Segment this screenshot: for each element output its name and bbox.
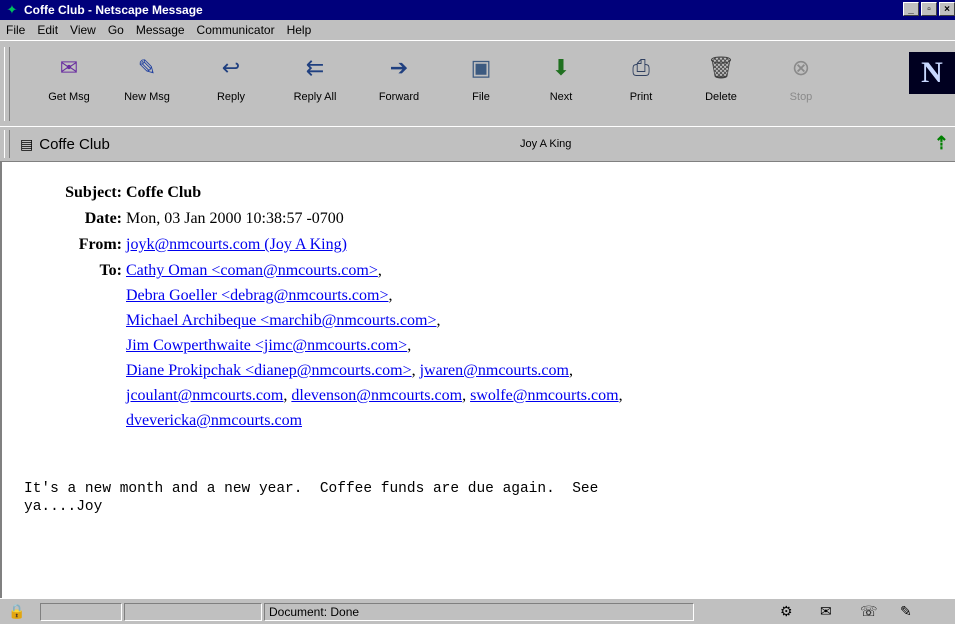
recipient-separator: , bbox=[411, 362, 420, 379]
recipient-row: jcoulant@nmcourts.com, dlevenson@nmcourt… bbox=[126, 387, 623, 405]
message-body: It's a new month and a new year. Coffee … bbox=[24, 481, 599, 515]
close-button[interactable]: × bbox=[939, 2, 955, 16]
file-icon: ▣ bbox=[470, 55, 492, 80]
recipient-separator: , bbox=[618, 387, 623, 404]
date-value: Mon, 03 Jan 2000 10:38:57 -0700 bbox=[126, 210, 344, 227]
recipient-link[interactable]: dlevenson@nmcourts.com bbox=[291, 387, 462, 404]
toolbar-button-label: Reply All bbox=[293, 91, 337, 103]
netscape-app-icon: ✦ bbox=[6, 2, 18, 17]
toolbar-reply-all-button[interactable]: ⇇ Reply All bbox=[284, 51, 346, 123]
toolbar-button-label: Get Msg bbox=[48, 91, 90, 103]
recipient-row: Debra Goeller <debrag@nmcourts.com>, bbox=[126, 287, 392, 305]
from-link[interactable]: joyk@nmcourts.com (Joy A King) bbox=[126, 236, 347, 254]
toolbar-new-msg-button[interactable]: ✎ New Msg bbox=[116, 51, 178, 123]
toolbar: ✉ Get Msg ✎ New Msg ↩ Reply ⇇ Reply All ➔ Forward… bbox=[0, 40, 955, 126]
up-arrow-icon[interactable]: ⇡ bbox=[934, 133, 949, 154]
component-mail-icon[interactable]: ✉ bbox=[820, 603, 832, 620]
recipient-link[interactable]: Jim Cowperthwaite <jimc@nmcourts.com> bbox=[126, 337, 407, 354]
message-icon: ▤ bbox=[20, 135, 34, 152]
toolbar-stop-button[interactable]: ⊗ Stop bbox=[770, 51, 832, 123]
menu-help[interactable]: Help bbox=[281, 23, 318, 37]
delete-icon: 🗑 bbox=[707, 55, 735, 80]
recipient-separator: , bbox=[388, 287, 393, 304]
minimize-button[interactable]: _ bbox=[903, 2, 919, 16]
toolbar-next-button[interactable]: ⬇ Next bbox=[530, 51, 592, 123]
toolbar-get-msg-button[interactable]: ✉ Get Msg bbox=[38, 51, 100, 123]
recipient-link[interactable]: jwaren@nmcourts.com bbox=[420, 362, 569, 379]
title-bar: ✦ Coffe Club - Netscape Message _ ▫ × bbox=[0, 0, 955, 20]
recipient-separator: , bbox=[377, 262, 382, 279]
stop-icon: ⊗ bbox=[791, 55, 811, 80]
print-icon: ⎙ bbox=[632, 55, 650, 80]
toolbar-forward-button[interactable]: ➔ Forward bbox=[368, 51, 430, 123]
recipient-link[interactable]: dvevericka@nmcourts.com bbox=[126, 412, 302, 429]
recipient-link[interactable]: Michael Archibeque <marchib@nmcourts.com… bbox=[126, 312, 436, 329]
menu-bar: File Edit View Go Message Communicator H… bbox=[0, 20, 955, 40]
get-msg-icon: ✉ bbox=[59, 55, 79, 80]
component-composer-icon[interactable]: ✎ bbox=[900, 603, 912, 620]
toolbar-button-label: Stop bbox=[789, 91, 813, 103]
subject-value: Coffe Club bbox=[126, 184, 202, 201]
toolbar-delete-button[interactable]: 🗑 Delete bbox=[690, 51, 752, 123]
status-spacer bbox=[124, 603, 262, 621]
message-content: Subject: Coffe Club Date: Mon, 03 Jan 20… bbox=[0, 162, 955, 598]
recipient-row: dvevericka@nmcourts.com bbox=[126, 412, 302, 430]
recipient-link[interactable]: Diane Prokipchak <dianep@nmcourts.com> bbox=[126, 362, 412, 379]
maximize-button[interactable]: ▫ bbox=[921, 2, 937, 16]
recipient-row: Diane Prokipchak <dianep@nmcourts.com>, … bbox=[126, 362, 573, 380]
recipient-link[interactable]: Debra Goeller <debrag@nmcourts.com> bbox=[126, 287, 388, 304]
menu-edit[interactable]: Edit bbox=[31, 23, 64, 37]
toolbar-button-label: File bbox=[472, 91, 490, 103]
component-discussions-icon[interactable]: ☏ bbox=[860, 603, 878, 620]
toolbar-button-label: Forward bbox=[378, 91, 420, 103]
recipient-row: Jim Cowperthwaite <jimc@nmcourts.com>, bbox=[126, 337, 411, 355]
reply-icon: ↩ bbox=[221, 55, 241, 80]
new-msg-icon: ✎ bbox=[137, 55, 157, 80]
toolbar-grip[interactable] bbox=[4, 47, 10, 121]
status-bar: 🔒 Document: Done ⚙ ✉ ☏ ✎ bbox=[0, 598, 955, 624]
toolbar-button-label: Reply bbox=[216, 91, 246, 103]
menu-message[interactable]: Message bbox=[130, 23, 191, 37]
next-icon: ⬇ bbox=[551, 55, 571, 80]
toolbar-button-label: New Msg bbox=[124, 91, 170, 103]
menu-view[interactable]: View bbox=[64, 23, 102, 37]
toolbar-button-label: Print bbox=[629, 91, 653, 103]
message-bar-sender: Joy A King bbox=[520, 138, 572, 150]
menu-communicator[interactable]: Communicator bbox=[191, 23, 281, 37]
recipient-link[interactable]: Cathy Oman <coman@nmcourts.com> bbox=[126, 262, 378, 279]
recipient-link[interactable]: swolfe@nmcourts.com bbox=[470, 387, 618, 404]
recipient-row: Cathy Oman <coman@nmcourts.com>, bbox=[126, 262, 382, 280]
subject-label: Subject: bbox=[65, 184, 122, 201]
menu-go[interactable]: Go bbox=[102, 23, 130, 37]
recipient-separator: , bbox=[568, 362, 573, 379]
from-label: From: bbox=[78, 236, 122, 253]
toolbar-reply-button[interactable]: ↩ Reply bbox=[200, 51, 262, 123]
message-bar-subject: Coffe Club bbox=[39, 135, 110, 153]
reply-all-icon: ⇇ bbox=[305, 55, 325, 80]
toolbar-button-label: Next bbox=[549, 91, 573, 103]
toolbar-print-button[interactable]: ⎙ Print bbox=[610, 51, 672, 123]
netscape-logo[interactable]: N bbox=[909, 52, 955, 94]
toolbar-button-label: Delete bbox=[705, 91, 737, 103]
recipient-row: Michael Archibeque <marchib@nmcourts.com… bbox=[126, 312, 440, 330]
to-label: To: bbox=[99, 262, 122, 279]
security-lock-icon[interactable]: 🔒 bbox=[8, 603, 25, 620]
recipient-link[interactable]: jcoulant@nmcourts.com bbox=[126, 387, 283, 404]
window-title: Coffe Club - Netscape Message bbox=[24, 3, 203, 17]
message-bar: ▤ Coffe Club Joy A King ⇡ bbox=[0, 126, 955, 162]
message-bar-grip[interactable] bbox=[4, 130, 10, 158]
recipient-separator: , bbox=[436, 312, 441, 329]
menu-file[interactable]: File bbox=[0, 23, 31, 37]
recipient-separator: , bbox=[407, 337, 412, 354]
forward-icon: ➔ bbox=[389, 55, 409, 80]
date-label: Date: bbox=[84, 210, 122, 227]
status-text: Document: Done bbox=[264, 603, 694, 621]
progress-meter bbox=[40, 603, 122, 621]
window-controls: _ ▫ × bbox=[903, 2, 955, 16]
component-navigator-icon[interactable]: ⚙ bbox=[780, 603, 793, 620]
recipient-separator: , bbox=[462, 387, 471, 404]
toolbar-file-button[interactable]: ▣ File bbox=[450, 51, 512, 123]
